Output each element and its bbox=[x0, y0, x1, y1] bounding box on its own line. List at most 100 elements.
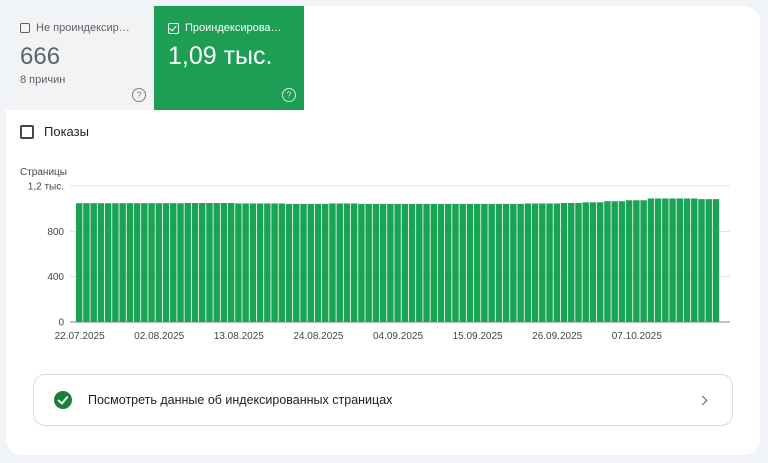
bar bbox=[394, 203, 401, 322]
bar bbox=[322, 203, 329, 322]
bar bbox=[242, 203, 249, 322]
bar bbox=[466, 203, 474, 322]
bar bbox=[365, 203, 372, 322]
not-indexed-header: Не проиндексир… bbox=[20, 22, 140, 34]
bar bbox=[293, 203, 300, 322]
x-tick-label: 07.10.2025 bbox=[612, 331, 662, 342]
bar bbox=[256, 203, 264, 322]
bar bbox=[408, 203, 416, 322]
bar bbox=[170, 203, 177, 322]
check-circle-icon bbox=[54, 391, 72, 409]
view-indexed-pages-link[interactable]: Посмотреть данные об индексированных стр… bbox=[33, 374, 733, 426]
bar bbox=[669, 198, 676, 322]
y-axis-title: Страницы bbox=[20, 167, 67, 178]
bar bbox=[524, 203, 532, 322]
bar bbox=[618, 201, 626, 322]
bar bbox=[495, 203, 503, 322]
bar bbox=[220, 203, 228, 322]
bar bbox=[206, 203, 213, 322]
bar bbox=[575, 203, 582, 322]
bar bbox=[199, 203, 206, 322]
x-tick-label: 22.07.2025 bbox=[55, 331, 105, 342]
impressions-toggle[interactable]: Показы bbox=[20, 124, 89, 139]
bar bbox=[213, 203, 220, 322]
x-tick-label: 26.09.2025 bbox=[532, 331, 582, 342]
bar bbox=[531, 203, 539, 322]
bar bbox=[177, 203, 184, 322]
bar bbox=[83, 203, 90, 322]
bar bbox=[452, 203, 459, 322]
bar bbox=[445, 203, 452, 322]
bar bbox=[589, 202, 597, 322]
bar bbox=[437, 203, 445, 322]
bar bbox=[227, 203, 235, 322]
bar bbox=[76, 203, 83, 322]
bar bbox=[676, 198, 684, 322]
bar bbox=[387, 203, 394, 322]
bar bbox=[625, 200, 633, 322]
bar bbox=[568, 203, 575, 322]
chevron-right-icon bbox=[697, 395, 708, 405]
y-tick-label: 0 bbox=[58, 318, 64, 329]
bar bbox=[126, 203, 134, 322]
bar bbox=[329, 203, 336, 322]
bar bbox=[350, 203, 358, 322]
bar bbox=[155, 203, 163, 322]
impressions-label: Показы bbox=[44, 124, 89, 139]
bar bbox=[481, 203, 488, 322]
bar bbox=[112, 203, 119, 322]
bar bbox=[517, 203, 524, 322]
bar bbox=[416, 203, 423, 322]
bar bbox=[401, 203, 409, 322]
help-icon[interactable]: ? bbox=[282, 88, 296, 102]
bar bbox=[473, 203, 481, 322]
bar bbox=[539, 203, 546, 322]
bar bbox=[560, 203, 568, 322]
bar bbox=[191, 203, 199, 322]
view-indexed-pages-text: Посмотреть данные об индексированных стр… bbox=[88, 393, 393, 407]
bar bbox=[264, 203, 271, 322]
bar bbox=[119, 203, 126, 322]
bar bbox=[705, 199, 712, 322]
bar bbox=[307, 203, 314, 322]
bar bbox=[133, 203, 141, 322]
bar bbox=[343, 203, 351, 322]
checkbox-unchecked-icon[interactable] bbox=[20, 124, 34, 139]
bar bbox=[459, 203, 466, 322]
bar bbox=[90, 203, 97, 322]
not-indexed-label: Не проиндексир… bbox=[36, 22, 130, 34]
bar bbox=[314, 203, 322, 322]
x-tick-label: 24.08.2025 bbox=[293, 331, 343, 342]
bar bbox=[712, 199, 720, 322]
bar bbox=[633, 200, 640, 322]
bar bbox=[582, 202, 589, 322]
bar bbox=[488, 203, 495, 322]
bar bbox=[698, 199, 705, 322]
y-tick-label: 800 bbox=[47, 227, 64, 238]
pages-bar-chart: Страницы 0 400 800 1,2 тыс. 22.07.2025 02.08.2… bbox=[20, 167, 730, 342]
not-indexed-reasons: 8 причин bbox=[20, 74, 66, 86]
bar bbox=[148, 203, 155, 322]
bar bbox=[611, 201, 618, 322]
indexed-tile[interactable]: Проиндексирова… 1,09 тыс. ? bbox=[154, 6, 304, 110]
bar bbox=[430, 203, 437, 322]
help-icon[interactable]: ? bbox=[132, 88, 146, 102]
x-tick-label: 15.09.2025 bbox=[453, 331, 503, 342]
x-tick-label: 13.08.2025 bbox=[214, 331, 264, 342]
bar bbox=[278, 203, 286, 322]
checkbox-unchecked-icon[interactable] bbox=[20, 23, 30, 33]
x-tick-label: 02.08.2025 bbox=[134, 331, 184, 342]
bar bbox=[683, 198, 691, 322]
checkbox-checked-icon[interactable] bbox=[168, 22, 179, 34]
bar bbox=[510, 203, 517, 322]
bar bbox=[662, 198, 669, 322]
not-indexed-count: 666 bbox=[20, 43, 61, 70]
bar bbox=[271, 203, 278, 322]
bar bbox=[423, 203, 430, 322]
x-tick-label: 04.09.2025 bbox=[373, 331, 423, 342]
not-indexed-tile[interactable]: Не проиндексир… 666 8 причин ? bbox=[6, 6, 154, 110]
index-coverage-card: Не проиндексир… 666 8 причин ? Проиндекс… bbox=[6, 6, 760, 455]
bar bbox=[372, 203, 380, 322]
bar bbox=[162, 203, 170, 322]
y-tick-label: 400 bbox=[47, 272, 64, 283]
